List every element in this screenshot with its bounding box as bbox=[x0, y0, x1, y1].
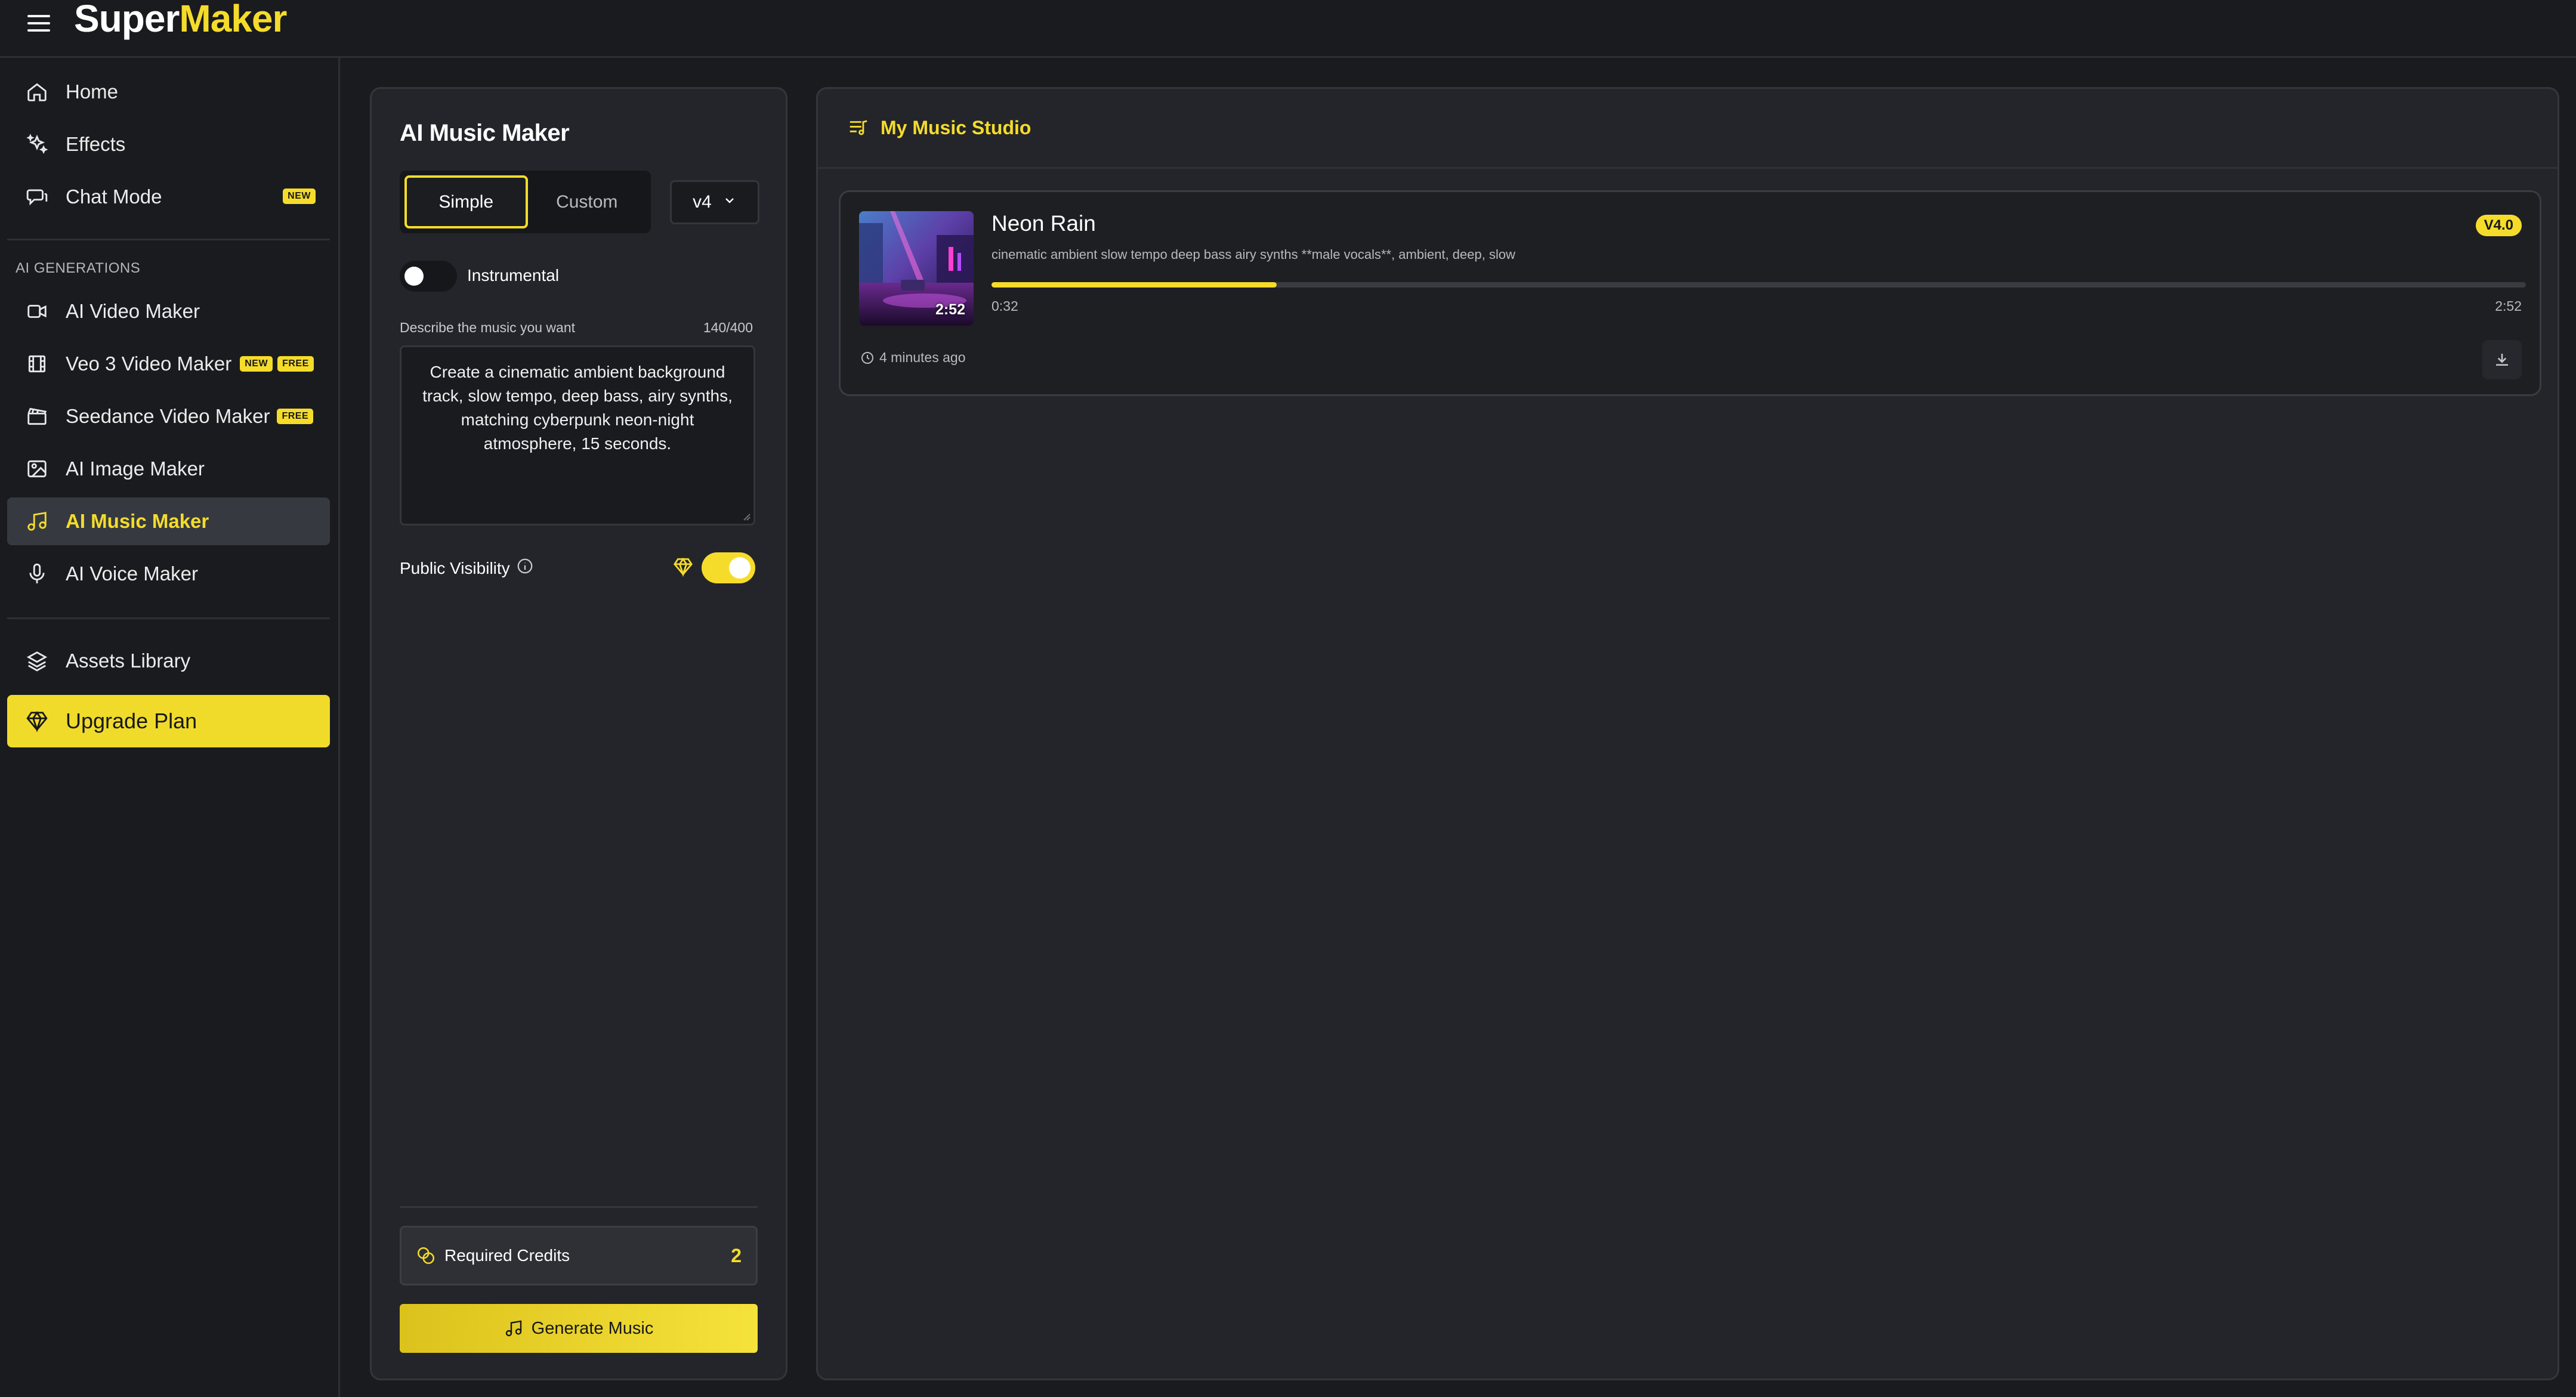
total-time: 2:52 bbox=[2495, 298, 2522, 314]
new-badge: NEW bbox=[240, 356, 273, 372]
mode-toggle: Simple Custom bbox=[400, 171, 651, 233]
track-duration-overlay: 2:52 bbox=[935, 301, 965, 318]
logo-maker: Maker bbox=[179, 0, 287, 40]
diamond-icon bbox=[23, 707, 51, 735]
film-icon bbox=[23, 350, 51, 378]
clock-icon bbox=[861, 351, 873, 364]
prompt-text: Create a cinematic ambient background tr… bbox=[422, 363, 733, 453]
created-time-text: 4 minutes ago bbox=[879, 350, 966, 365]
chevron-down-icon bbox=[722, 192, 737, 212]
sidebar-item-seedance-video-maker[interactable]: Seedance Video Maker FREE bbox=[7, 392, 330, 440]
generate-music-button[interactable]: Generate Music bbox=[400, 1304, 758, 1353]
sidebar-item-label: Seedance Video Maker bbox=[66, 405, 270, 427]
music-maker-panel: AI Music Maker Simple Custom v4 Instrume… bbox=[370, 87, 787, 1380]
track-tags: cinematic ambient slow tempo deep bass a… bbox=[992, 247, 1515, 262]
music-studio-panel: My Music Studio 2:52 Neon Rain cinematic… bbox=[816, 87, 2559, 1380]
sidebar-item-effects[interactable]: Effects bbox=[7, 120, 330, 168]
public-visibility-text: Public Visibility bbox=[400, 558, 510, 577]
sidebar-item-label: Home bbox=[66, 81, 119, 103]
clapperboard-icon bbox=[23, 402, 51, 431]
instrumental-label: Instrumental bbox=[467, 266, 560, 285]
char-counter: 140/400 bbox=[703, 320, 753, 335]
track-card[interactable]: 2:52 Neon Rain cinematic ambient slow te… bbox=[839, 190, 2541, 396]
sidebar-item-assets-library[interactable]: Assets Library bbox=[7, 637, 330, 685]
required-credits-label: Required Credits bbox=[444, 1246, 570, 1265]
sidebar-item-label: Chat Mode bbox=[66, 186, 162, 208]
free-badge: FREE bbox=[277, 409, 314, 424]
version-value: v4 bbox=[693, 192, 712, 212]
top-bar: SuperMaker bbox=[0, 0, 2576, 58]
sidebar: Home Effects Chat Mode NEW AI GENERATION… bbox=[0, 58, 340, 1397]
sidebar-item-ai-voice-maker[interactable]: AI Voice Maker bbox=[7, 550, 330, 598]
playlist-music-icon bbox=[850, 120, 867, 135]
app-root: SuperMaker Home Effects Chat Mode NEW AI… bbox=[0, 0, 2576, 1397]
required-credits-value: 2 bbox=[731, 1244, 742, 1266]
sidebar-divider bbox=[7, 617, 330, 619]
current-time: 0:32 bbox=[992, 298, 1018, 314]
playback-progress-bar[interactable] bbox=[992, 282, 2526, 288]
sidebar-item-label: Assets Library bbox=[66, 650, 191, 672]
layers-icon bbox=[23, 647, 51, 675]
sidebar-item-home[interactable]: Home bbox=[7, 68, 330, 116]
public-visibility-toggle[interactable] bbox=[702, 552, 755, 583]
sidebar-item-ai-music-maker[interactable]: AI Music Maker bbox=[7, 497, 330, 545]
microphone-icon bbox=[23, 560, 51, 588]
logo-super: Super bbox=[74, 0, 180, 40]
new-badge: NEW bbox=[283, 188, 316, 204]
download-button[interactable] bbox=[2482, 340, 2522, 379]
sidebar-item-label: AI Image Maker bbox=[66, 458, 205, 480]
badge-group: NEW FREE bbox=[240, 356, 314, 372]
version-select[interactable]: v4 bbox=[670, 180, 759, 224]
logo[interactable]: SuperMaker bbox=[74, 0, 287, 41]
chat-icon bbox=[23, 183, 51, 211]
studio-header: My Music Studio bbox=[818, 89, 2558, 169]
video-camera-icon bbox=[23, 297, 51, 326]
sidebar-item-label: AI Music Maker bbox=[66, 510, 209, 532]
panel-title: AI Music Maker bbox=[400, 120, 570, 146]
sparkles-icon bbox=[23, 130, 51, 159]
resize-handle-icon[interactable] bbox=[740, 511, 751, 521]
created-time: 4 minutes ago bbox=[860, 350, 965, 366]
menu-icon[interactable] bbox=[27, 10, 54, 36]
coins-icon bbox=[417, 1247, 435, 1265]
generate-label: Generate Music bbox=[531, 1318, 654, 1338]
studio-title: My Music Studio bbox=[847, 116, 1031, 139]
describe-label: Describe the music you want bbox=[400, 320, 576, 335]
track-cover-image[interactable]: 2:52 bbox=[859, 211, 974, 326]
sidebar-item-veo3-video-maker[interactable]: Veo 3 Video Maker NEW FREE bbox=[7, 340, 330, 388]
premium-diamond-icon bbox=[674, 557, 693, 577]
mode-simple-button[interactable]: Simple bbox=[404, 175, 528, 228]
sidebar-item-label: AI Voice Maker bbox=[66, 562, 198, 585]
image-icon bbox=[23, 455, 51, 483]
sidebar-item-label: AI Video Maker bbox=[66, 300, 200, 322]
track-title: Neon Rain bbox=[992, 211, 1096, 236]
mode-custom-button[interactable]: Custom bbox=[528, 175, 647, 228]
instrumental-toggle[interactable] bbox=[400, 261, 457, 292]
required-credits: Required Credits 2 bbox=[400, 1226, 758, 1285]
panel-divider bbox=[400, 1206, 758, 1208]
section-label-ai-generations: AI GENERATIONS bbox=[16, 260, 141, 276]
download-icon bbox=[2496, 354, 2508, 366]
music-note-icon bbox=[23, 507, 51, 536]
upgrade-plan-button[interactable]: Upgrade Plan bbox=[7, 695, 330, 747]
sidebar-item-label: Effects bbox=[66, 133, 126, 155]
info-icon[interactable] bbox=[516, 557, 534, 579]
sidebar-divider bbox=[7, 239, 330, 240]
public-visibility-label: Public Visibility bbox=[400, 557, 534, 579]
sidebar-item-label: Veo 3 Video Maker bbox=[66, 353, 232, 375]
sidebar-item-label: Upgrade Plan bbox=[66, 709, 197, 733]
playback-progress-fill bbox=[992, 282, 1277, 288]
sidebar-item-chat-mode[interactable]: Chat Mode NEW bbox=[7, 173, 330, 221]
music-note-icon bbox=[505, 1320, 521, 1337]
sidebar-item-ai-image-maker[interactable]: AI Image Maker bbox=[7, 445, 330, 493]
free-badge: FREE bbox=[277, 356, 314, 372]
home-icon bbox=[23, 78, 51, 106]
sidebar-item-ai-video-maker[interactable]: AI Video Maker bbox=[7, 288, 330, 335]
music-prompt-input[interactable]: Create a cinematic ambient background tr… bbox=[400, 345, 755, 526]
version-badge: V4.0 bbox=[2475, 215, 2522, 236]
studio-title-text: My Music Studio bbox=[881, 116, 1031, 138]
